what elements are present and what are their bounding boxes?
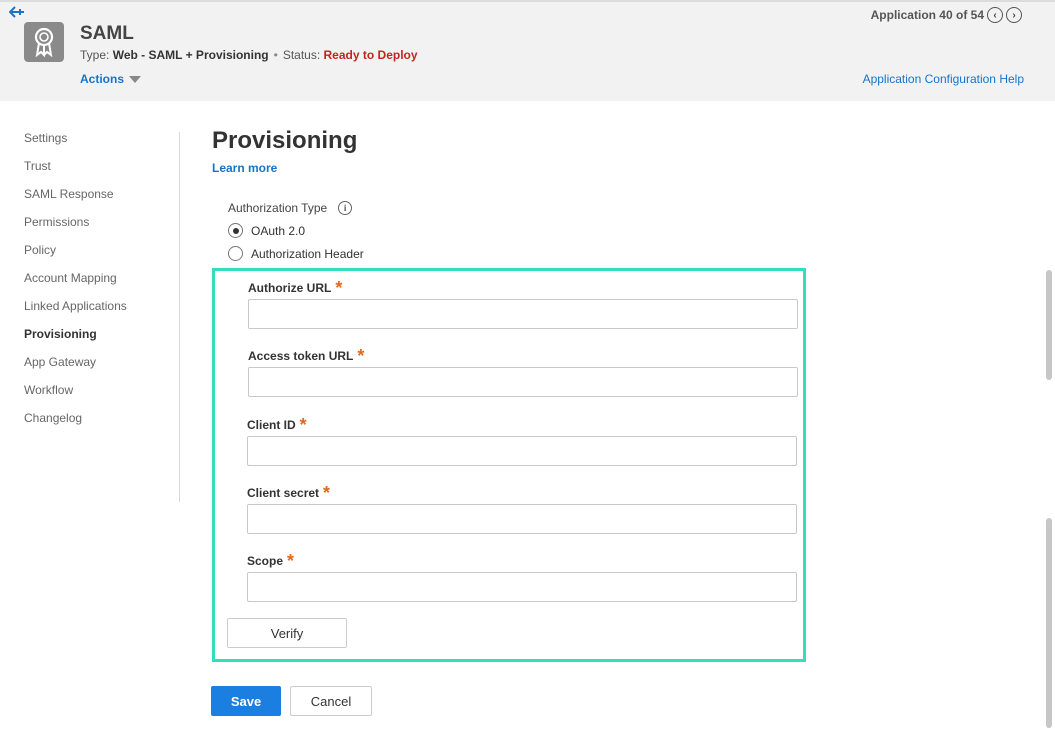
next-app-icon[interactable]: › bbox=[1006, 7, 1022, 23]
sidebar-item-changelog[interactable]: Changelog bbox=[24, 410, 127, 438]
type-label: Type: bbox=[80, 48, 110, 62]
cancel-button[interactable]: Cancel bbox=[290, 686, 372, 716]
authorization-type-label: Authorization Type i bbox=[228, 201, 353, 215]
verify-button[interactable]: Verify bbox=[227, 618, 347, 648]
radio-dot bbox=[232, 227, 239, 234]
authorize-url-label-text: Authorize URL bbox=[248, 281, 332, 295]
required-asterisk: * bbox=[299, 415, 307, 435]
scrollbar-thumb[interactable] bbox=[1046, 270, 1052, 380]
app-meta: Type: Web - SAML + Provisioning • Status: … bbox=[80, 48, 418, 62]
scrollbar-thumb-lower[interactable] bbox=[1046, 518, 1052, 728]
client-id-input[interactable] bbox=[247, 436, 797, 466]
radio-button[interactable] bbox=[228, 246, 243, 261]
client-secret-input[interactable] bbox=[247, 504, 797, 534]
type-value: Web - SAML + Provisioning bbox=[112, 48, 269, 62]
sidebar-item-saml-response[interactable]: SAML Response bbox=[24, 186, 127, 214]
sidebar-divider bbox=[179, 132, 180, 502]
sidebar-item-settings[interactable]: Settings bbox=[24, 130, 127, 158]
app-title: SAML bbox=[80, 23, 134, 44]
chevron-down-icon bbox=[129, 75, 142, 83]
sidebar-item-provisioning[interactable]: Provisioning bbox=[24, 326, 127, 354]
auth-type-text: Authorization Type bbox=[228, 201, 328, 215]
sidebar-item-permissions[interactable]: Permissions bbox=[24, 214, 127, 242]
app-header: SAML Type: Web - SAML + Provisioning • Sta… bbox=[0, 0, 1055, 101]
access-token-url-label: Access token URL * bbox=[248, 344, 365, 366]
previous-app-icon[interactable]: ‹ bbox=[987, 7, 1003, 23]
actions-label: Actions bbox=[80, 72, 125, 86]
back-arrow-icon[interactable] bbox=[8, 6, 27, 20]
sidebar-item-app-gateway[interactable]: App Gateway bbox=[24, 354, 127, 382]
client-id-label: Client ID * bbox=[247, 413, 307, 435]
config-help-link[interactable]: Application Configuration Help bbox=[863, 72, 1024, 86]
sidebar-item-account-mapping[interactable]: Account Mapping bbox=[24, 270, 127, 298]
page-title: Provisioning bbox=[212, 127, 358, 154]
sidebar-item-linked-applications[interactable]: Linked Applications bbox=[24, 298, 127, 326]
authorize-url-label: Authorize URL * bbox=[248, 276, 343, 298]
scope-label: Scope * bbox=[247, 549, 295, 571]
required-asterisk: * bbox=[335, 278, 343, 298]
pager-text: Application 40 of 54 bbox=[870, 8, 984, 22]
client-secret-label-text: Client secret bbox=[247, 486, 320, 500]
status-value: Ready to Deploy bbox=[323, 48, 418, 62]
client-secret-label: Client secret * bbox=[247, 481, 331, 503]
application-pager: Application 40 of 54 ‹ › bbox=[871, 7, 1022, 23]
required-asterisk: * bbox=[287, 551, 295, 571]
scope-label-text: Scope bbox=[247, 554, 284, 568]
scope-input[interactable] bbox=[247, 572, 797, 602]
certificate-ribbon-icon bbox=[24, 22, 64, 62]
learn-more-link[interactable]: Learn more bbox=[212, 161, 277, 175]
required-asterisk: * bbox=[323, 483, 331, 503]
sidebar-item-workflow[interactable]: Workflow bbox=[24, 382, 127, 410]
radio-oauth2-label: OAuth 2.0 bbox=[251, 223, 306, 238]
authorize-url-input[interactable] bbox=[248, 299, 798, 329]
radio-oauth2[interactable]: OAuth 2.0 bbox=[228, 223, 305, 238]
info-icon[interactable]: i bbox=[338, 201, 353, 215]
save-button[interactable]: Save bbox=[211, 686, 281, 716]
radio-authorization-header-label: Authorization Header bbox=[251, 246, 364, 261]
access-token-url-label-text: Access token URL bbox=[248, 349, 354, 363]
meta-separator: • bbox=[273, 48, 278, 62]
sidebar-nav: Settings Trust SAML Response Permissions… bbox=[24, 130, 127, 438]
radio-authorization-header[interactable]: Authorization Header bbox=[228, 246, 364, 261]
client-id-label-text: Client ID bbox=[247, 418, 296, 432]
actions-dropdown[interactable]: Actions bbox=[80, 72, 142, 86]
sidebar-item-policy[interactable]: Policy bbox=[24, 242, 127, 270]
sidebar-item-trust[interactable]: Trust bbox=[24, 158, 127, 186]
status-label: Status: bbox=[282, 48, 321, 62]
access-token-url-input[interactable] bbox=[248, 367, 798, 397]
required-asterisk: * bbox=[357, 346, 365, 366]
radio-button-selected[interactable] bbox=[228, 223, 243, 238]
